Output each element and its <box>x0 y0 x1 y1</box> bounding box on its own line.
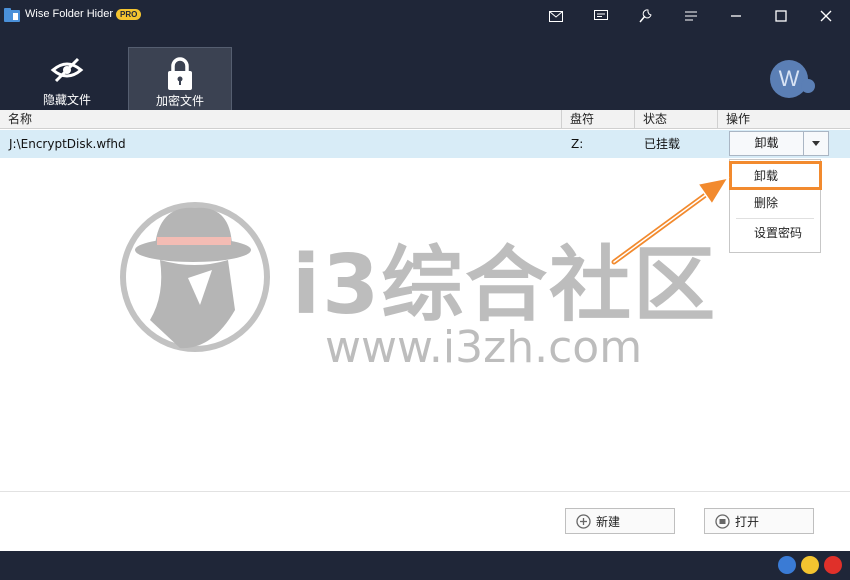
app-logo-icon <box>4 8 20 22</box>
avatar[interactable]: W <box>770 60 808 98</box>
pro-badge: PRO <box>116 9 142 20</box>
mail-icon[interactable] <box>546 6 566 26</box>
open-button-label: 打开 <box>735 515 760 529</box>
maximize-icon[interactable] <box>771 6 791 26</box>
row-drive: Z: <box>571 137 584 151</box>
tab-hidden-files-label: 隐藏文件 <box>42 93 91 107</box>
new-button[interactable]: 新建 <box>565 508 675 534</box>
add-icon <box>576 514 591 529</box>
menu-divider <box>736 218 814 219</box>
footer-divider <box>0 491 850 492</box>
app-title: Wise Folder Hider <box>25 8 114 20</box>
menu-icon[interactable] <box>681 6 701 26</box>
watermark-logo-icon <box>120 202 270 352</box>
tab-encrypted-files[interactable]: 加密文件 <box>128 47 232 110</box>
watermark-url: www.i3zh.com <box>325 322 643 373</box>
chevron-down-icon[interactable] <box>804 132 828 155</box>
unmount-split-button[interactable]: 卸载 <box>729 131 829 156</box>
highlight-annotation-box <box>729 161 822 190</box>
watermark-title: i3综合社区 <box>292 238 718 333</box>
tieba-icon[interactable] <box>778 556 796 574</box>
lock-icon <box>168 57 192 90</box>
unmount-button[interactable]: 卸载 <box>730 132 804 155</box>
row-status: 已挂载 <box>644 137 681 151</box>
qzone-icon[interactable] <box>801 556 819 574</box>
minimize-icon[interactable] <box>726 6 746 26</box>
column-header-drive[interactable]: 盘符 <box>562 110 635 129</box>
row-name: J:\EncryptDisk.wfhd <box>9 137 126 151</box>
hidden-eye-icon <box>50 57 84 83</box>
menu-item-set-password[interactable]: 设置密码 <box>730 220 820 246</box>
tab-encrypted-files-label: 加密文件 <box>155 94 204 108</box>
header-bar: 隐藏文件 加密文件 <box>0 32 850 110</box>
feedback-icon[interactable] <box>591 6 611 26</box>
menu-item-delete[interactable]: 删除 <box>730 190 820 216</box>
avatar-badge <box>801 79 815 93</box>
column-header-name[interactable]: 名称 <box>0 110 562 129</box>
weibo-icon[interactable] <box>824 556 842 574</box>
new-button-label: 新建 <box>596 515 621 529</box>
tab-hidden-files[interactable]: 隐藏文件 <box>15 47 119 110</box>
status-bar <box>0 551 850 580</box>
column-header-action[interactable]: 操作 <box>718 110 850 129</box>
tools-icon[interactable] <box>636 6 656 26</box>
open-button[interactable]: 打开 <box>704 508 814 534</box>
open-icon <box>715 514 730 529</box>
column-header-status[interactable]: 状态 <box>635 110 718 129</box>
table-row[interactable]: J:\EncryptDisk.wfhd Z: 已挂载 <box>0 130 850 158</box>
title-bar: Wise Folder Hider PRO <box>0 0 850 32</box>
close-icon[interactable] <box>816 6 836 26</box>
